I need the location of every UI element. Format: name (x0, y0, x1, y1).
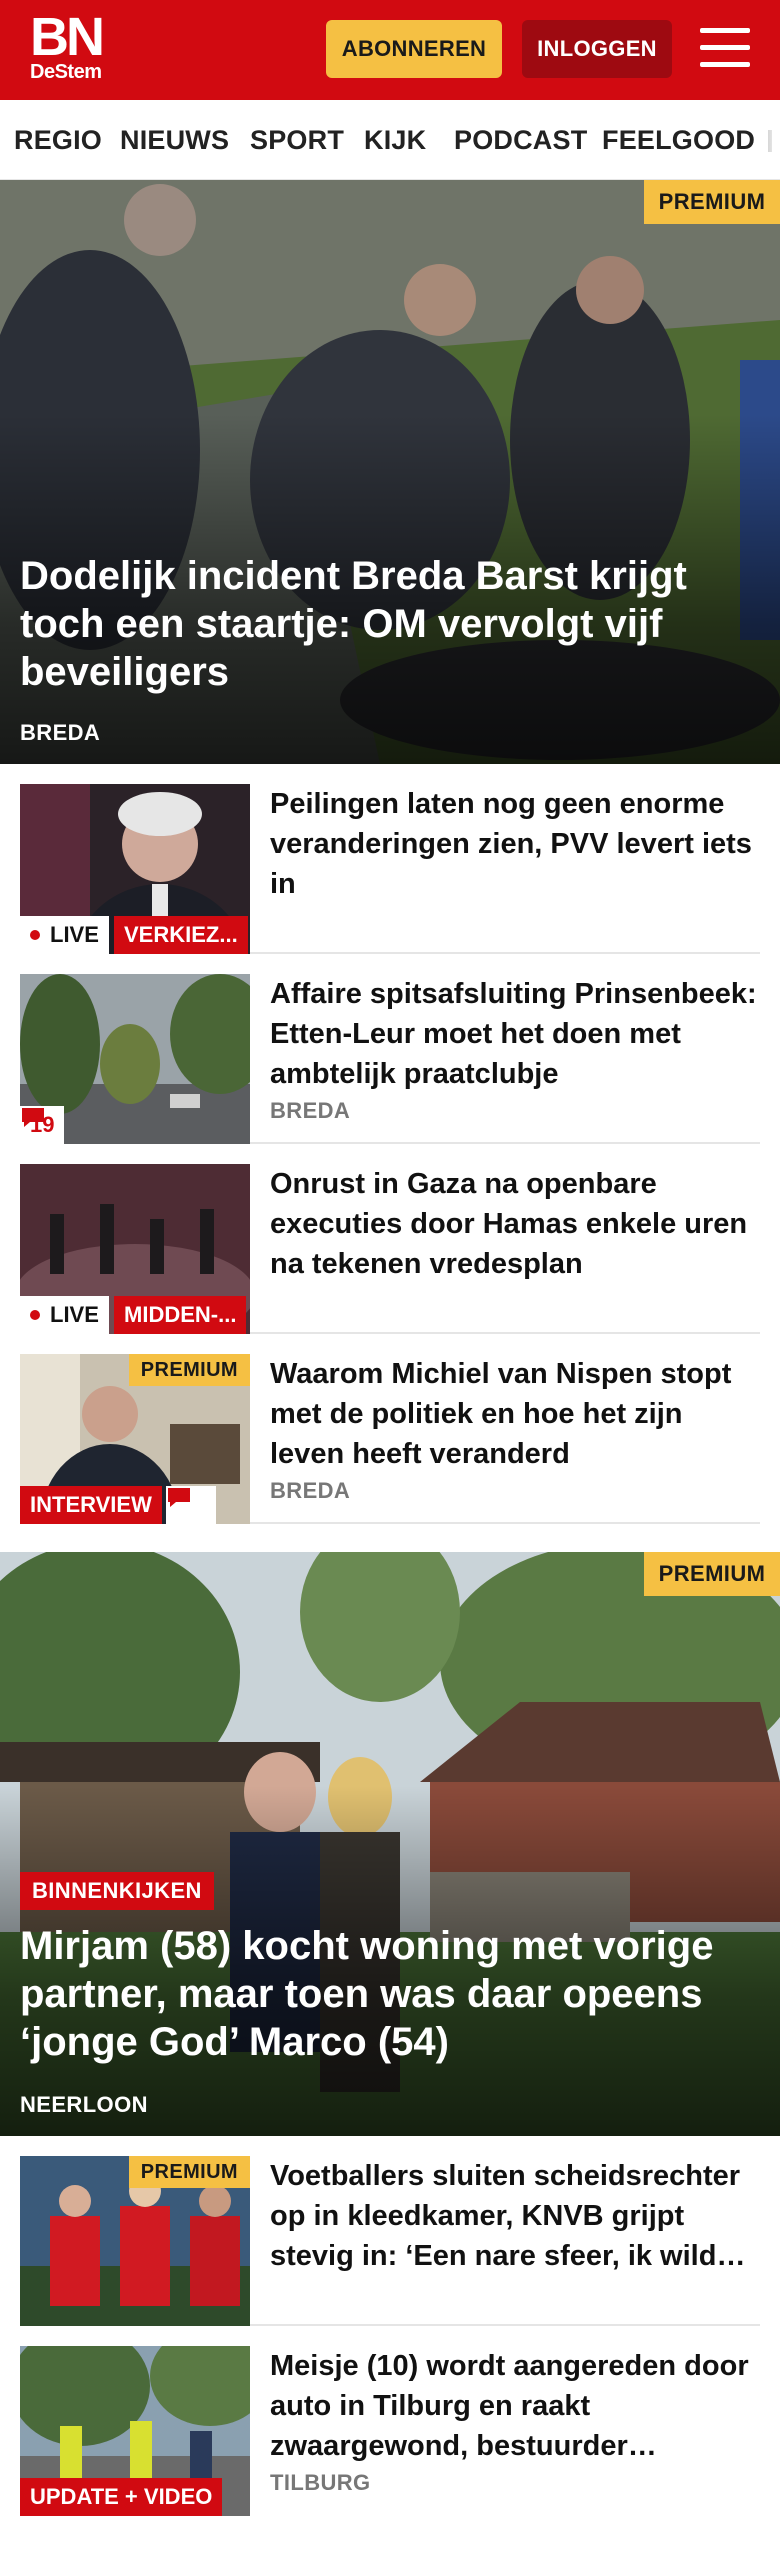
site-logo[interactable]: BN DeStem (30, 7, 105, 83)
logo-sub: DeStem (30, 61, 102, 83)
hero-location: BREDA (20, 720, 101, 745)
nav-item-kijk[interactable]: KIJK (364, 100, 426, 179)
hero-title[interactable]: Dodelijk incident Breda Barst krijgt toc… (20, 552, 740, 696)
premium-badge: PREMIUM (128, 2156, 250, 2188)
premium-badge: PREMIUM (644, 180, 780, 224)
article-thumbnail: LIVE MIDDEN-... (20, 1164, 250, 1334)
nav-item-feelgood[interactable]: FEELGOOD (602, 100, 755, 179)
list-item[interactable]: LIVE MIDDEN-... Onrust in Gaza na openba… (20, 1144, 760, 1334)
category-tag: MIDDEN-... (114, 1296, 247, 1334)
hero-article-breda-barst[interactable]: PREMIUM Dodelijk incident Breda Barst kr… (0, 180, 780, 764)
article-location: BREDA (270, 1098, 351, 1123)
article-thumbnail: 19 (20, 974, 250, 1144)
section-nav: REGIO NIEUWS SPORT KIJK PODCAST FEELGOOD (0, 100, 780, 180)
article-title[interactable]: Onrust in Gaza na openbare executies doo… (270, 1164, 760, 1284)
category-tag: VERKIEZ... (114, 916, 248, 954)
live-dot-icon (30, 1310, 40, 1320)
article-thumbnail: LIVE VERKIEZ... (20, 784, 250, 954)
comment-icon (22, 1108, 44, 1127)
comments-badge (166, 1486, 216, 1524)
live-label: LIVE (50, 922, 99, 947)
live-badge: LIVE (20, 916, 109, 954)
category-tag: BINNENKIJKEN (20, 1872, 214, 1910)
comment-icon (168, 1488, 190, 1507)
article-title[interactable]: Voetballers sluiten scheidsrech­ter op i… (270, 2156, 760, 2276)
subscribe-button[interactable]: ABONNEREN (326, 20, 502, 78)
article-title[interactable]: Waarom Michiel van Nispen stopt met de p… (270, 1354, 760, 1474)
article-thumbnail: PREMIUM (20, 2156, 250, 2326)
list-item[interactable]: 19 Affaire spitsafsluiting Prinsen­beek:… (20, 954, 760, 1144)
nav-fade (760, 100, 780, 179)
nav-item-sport[interactable]: SPORT (250, 100, 344, 179)
hero-location: NEERLOON (20, 2092, 148, 2117)
hero-title[interactable]: Mirjam (58) kocht woning met vorige part… (20, 1922, 740, 2066)
list-item[interactable]: UPDATE + VIDEO Meisje (10) wordt aangere… (20, 2326, 760, 2516)
list-item[interactable]: PREMIUM INTERVIEW Waarom Michiel van Nis… (20, 1334, 760, 1524)
hero-article-binnenkijken[interactable]: PREMIUM BINNENKIJKEN Mirjam (58) kocht w… (0, 1552, 780, 2136)
article-title[interactable]: Affaire spitsafsluiting Prinsen­beek: Et… (270, 974, 760, 1094)
nav-item-podcast[interactable]: PODCAST (454, 100, 587, 179)
logo-main: BN (30, 7, 105, 67)
login-button[interactable]: INLOGGEN (522, 20, 672, 78)
nav-item-nieuws[interactable]: NIEUWS (120, 100, 229, 179)
article-title[interactable]: Meisje (10) wordt aangereden door auto i… (270, 2346, 760, 2466)
live-dot-icon (30, 930, 40, 940)
list-item[interactable]: PREMIUM Voetballers sluiten scheidsrech­… (20, 2136, 760, 2326)
article-thumbnail: UPDATE + VIDEO (20, 2346, 250, 2516)
premium-badge: PREMIUM (644, 1552, 780, 1596)
live-badge: LIVE (20, 1296, 109, 1334)
list-item[interactable]: LIVE VERKIEZ... Peilingen laten nog geen… (20, 764, 760, 954)
comments-badge: 19 (20, 1106, 65, 1144)
nav-item-regio[interactable]: REGIO (14, 100, 102, 179)
article-location: TILBURG (270, 2470, 371, 2495)
article-title[interactable]: Peilingen laten nog geen enorme verander… (270, 784, 760, 904)
live-label: LIVE (50, 1302, 99, 1327)
premium-badge: PREMIUM (128, 1354, 250, 1386)
category-tag: INTERVIEW (20, 1486, 162, 1524)
article-thumbnail: PREMIUM INTERVIEW (20, 1354, 250, 1524)
hamburger-menu-icon[interactable] (700, 26, 750, 70)
article-location: BREDA (270, 1478, 351, 1503)
category-tag: UPDATE + VIDEO (20, 2478, 223, 2516)
top-bar: BN DeStem ABONNEREN INLOGGEN (0, 0, 780, 100)
